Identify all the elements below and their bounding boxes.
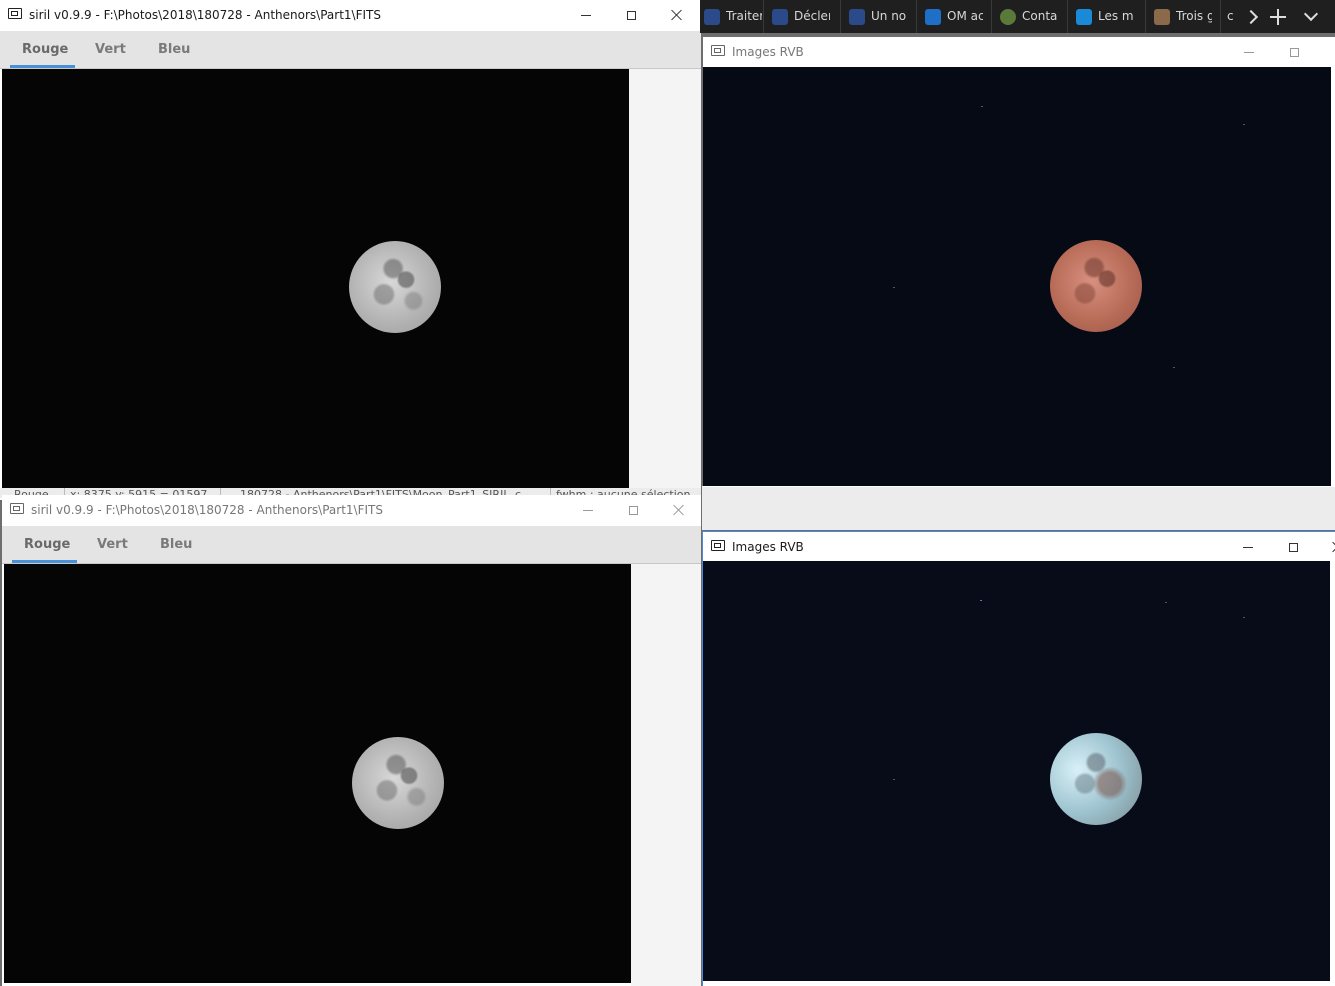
rgb-image-view[interactable]	[703, 67, 1331, 486]
minimize-icon	[581, 14, 591, 16]
close-button[interactable]	[654, 0, 700, 30]
browser-tab[interactable]: Conta	[992, 0, 1068, 33]
browser-tab[interactable]: c	[1221, 0, 1237, 33]
tab-label: Déclen	[794, 9, 830, 23]
close-icon	[673, 504, 685, 516]
browser-tab[interactable]: OM ac	[917, 0, 992, 33]
window-title: Images RVB	[732, 540, 804, 554]
star	[1165, 602, 1167, 603]
star	[893, 779, 895, 780]
tab-label: Conta	[1022, 9, 1058, 23]
close-button[interactable]	[656, 495, 701, 525]
tab-bleu[interactable]: Bleu	[158, 42, 190, 57]
maximize-icon	[1289, 47, 1299, 57]
star	[980, 600, 982, 601]
star	[893, 287, 895, 288]
c-icon	[1076, 9, 1092, 25]
minimize-button[interactable]	[563, 0, 609, 30]
browser-tab[interactable]: Traiter	[696, 0, 764, 33]
title-bar: Images RVB	[703, 37, 1335, 67]
ballot-icon	[1000, 9, 1016, 25]
browser-tab[interactable]: Trois g	[1146, 0, 1221, 33]
tab-bleu[interactable]: Bleu	[160, 537, 192, 552]
minimize-button[interactable]	[1226, 37, 1272, 67]
close-button[interactable]	[1315, 532, 1335, 562]
window-title: siril v0.9.9 - F:\Photos\2018\180728 - A…	[29, 8, 381, 22]
tab-label: Les m	[1098, 9, 1134, 23]
minimize-button[interactable]	[565, 495, 611, 525]
maximize-button[interactable]	[608, 0, 654, 30]
rgb-window-top: Images RVB	[703, 37, 1335, 487]
astro-icon	[704, 9, 720, 25]
browser-tab[interactable]: Déclen	[764, 0, 841, 33]
active-tab-indicator	[10, 65, 75, 68]
star	[1173, 367, 1175, 368]
image-view[interactable]	[4, 564, 631, 983]
browser-tab[interactable]: Un no	[841, 0, 917, 33]
app-icon	[711, 45, 725, 56]
astro-icon	[849, 9, 865, 25]
tab-vert[interactable]: Vert	[97, 537, 128, 552]
minimize-icon	[1244, 51, 1254, 53]
om-icon	[925, 9, 941, 25]
tab-label: Un no	[871, 9, 907, 23]
siril-window-bottom: siril v0.9.9 - F:\Photos\2018\180728 - A…	[2, 495, 701, 986]
moon-image	[1050, 733, 1142, 825]
channel-tabs: Rouge Vert Bleu	[0, 31, 701, 69]
browser-tab[interactable]: Les m	[1068, 0, 1146, 33]
title-bar: siril v0.9.9 - F:\Photos\2018\180728 - A…	[0, 0, 701, 30]
moon-image	[352, 737, 444, 829]
minimize-icon	[1243, 546, 1253, 548]
image-background	[629, 69, 701, 488]
app-icon	[10, 503, 24, 514]
maximize-button[interactable]	[1270, 532, 1316, 562]
app-icon	[8, 8, 22, 19]
siril-window-top: siril v0.9.9 - F:\Photos\2018\180728 - A…	[0, 0, 701, 500]
app-icon	[711, 540, 725, 551]
tab-rouge[interactable]: Rouge	[24, 537, 70, 552]
channel-tabs: Rouge Vert Bleu	[2, 526, 701, 564]
maximize-icon	[1288, 542, 1298, 552]
active-tab-indicator	[12, 560, 77, 563]
browser-tab-strip: Traiter Déclen Un no OM ac Conta Les m T…	[700, 0, 1335, 33]
tab-label: c	[1227, 9, 1234, 23]
image-view[interactable]	[2, 69, 629, 488]
tab-label: Traiter	[726, 9, 762, 23]
star	[1243, 617, 1245, 618]
title-bar: siril v0.9.9 - F:\Photos\2018\180728 - A…	[2, 495, 701, 525]
moon-image	[1050, 240, 1142, 332]
rgb-window-bottom: Images RVB	[702, 531, 1335, 986]
minimize-button[interactable]	[1225, 532, 1271, 562]
tab-label: Trois g	[1176, 9, 1212, 23]
tab-label: OM ac	[947, 9, 983, 23]
desktop-gap	[702, 486, 1335, 530]
close-icon	[671, 9, 683, 21]
new-tab-button[interactable]	[1263, 0, 1293, 33]
tab-rouge[interactable]: Rouge	[22, 42, 68, 57]
moon-image	[349, 241, 441, 333]
maximize-button[interactable]	[610, 495, 656, 525]
astro-icon	[772, 9, 788, 25]
image-background	[631, 564, 701, 986]
window-title: siril v0.9.9 - F:\Photos\2018\180728 - A…	[31, 503, 383, 517]
star	[981, 106, 983, 107]
window-title: Images RVB	[732, 45, 804, 59]
minimize-icon	[583, 509, 593, 511]
maximize-icon	[628, 505, 638, 515]
maximize-icon	[626, 10, 636, 20]
picture-icon	[1154, 9, 1170, 25]
maximize-button[interactable]	[1271, 37, 1317, 67]
rgb-image-view[interactable]	[703, 561, 1330, 981]
title-bar: Images RVB	[703, 532, 1335, 562]
tab-list-dropdown[interactable]	[1296, 0, 1326, 33]
star	[1243, 124, 1245, 125]
tab-vert[interactable]: Vert	[95, 42, 126, 57]
